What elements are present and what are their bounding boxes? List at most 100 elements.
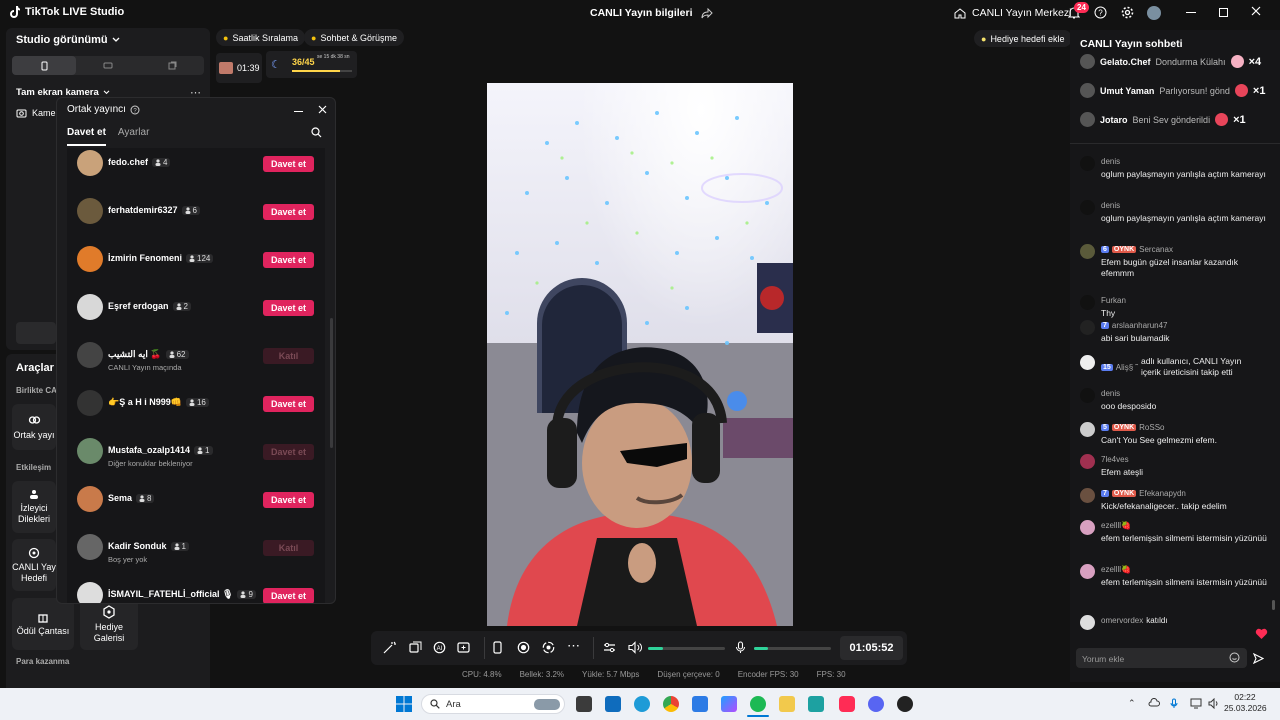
tools-title: Araçlar bbox=[16, 362, 54, 374]
close-icon[interactable] bbox=[1251, 6, 1261, 16]
gift-sender: Gelato.Chef bbox=[1100, 56, 1151, 67]
gear-icon[interactable] bbox=[1121, 6, 1134, 19]
chat-meet-button[interactable]: ● Sohbet & Görüşme bbox=[304, 29, 404, 46]
invite-button[interactable]: Davet et bbox=[263, 492, 314, 508]
co-host-list[interactable]: fedo.chef 4 Davet et ferhatdemir6327 6 Davet … bbox=[67, 148, 333, 603]
help-icon[interactable]: ? bbox=[1094, 6, 1107, 19]
mixer-icon[interactable] bbox=[603, 641, 616, 654]
landscape-option[interactable] bbox=[76, 56, 140, 75]
gift-text: Dondurma Külahı bbox=[1155, 56, 1226, 67]
rank-progress-widget[interactable]: ☾ 36/45 se 15 dk 38 sn bbox=[266, 51, 357, 78]
volume-slider[interactable] bbox=[648, 647, 725, 650]
comment-input[interactable]: Yorum ekle bbox=[1076, 648, 1247, 668]
effects-icon[interactable] bbox=[409, 641, 422, 654]
discord-icon[interactable] bbox=[868, 696, 884, 712]
person-icon bbox=[174, 542, 180, 550]
windows-start-icon[interactable] bbox=[396, 696, 412, 712]
avatar bbox=[1080, 564, 1095, 579]
mic-tray-icon[interactable] bbox=[1170, 698, 1178, 709]
gift-gallery-tool[interactable]: Hediye Galerisi bbox=[80, 598, 138, 650]
heart-icon[interactable] bbox=[1255, 628, 1268, 640]
invite-button[interactable]: Davet et bbox=[263, 444, 314, 460]
hourly-ranking-button[interactable]: ● Saatlik Sıralama bbox=[216, 29, 305, 46]
add-gift-goal-button[interactable]: ● Hediye hedefi ekle bbox=[974, 30, 1072, 47]
send-icon[interactable] bbox=[1253, 653, 1264, 664]
live-video-preview[interactable] bbox=[487, 83, 793, 626]
avatar[interactable] bbox=[1147, 6, 1161, 20]
join-button[interactable]: Katıl bbox=[263, 540, 314, 556]
invite-button[interactable]: Davet et bbox=[263, 156, 314, 172]
add-source-button[interactable] bbox=[16, 322, 56, 344]
invite-button[interactable]: Davet et bbox=[263, 300, 314, 316]
edge-icon[interactable] bbox=[634, 696, 650, 712]
microphone-icon[interactable] bbox=[735, 641, 746, 654]
search-icon[interactable] bbox=[311, 127, 322, 138]
record-icon[interactable] bbox=[517, 641, 530, 654]
follower-count: 4 bbox=[163, 157, 168, 167]
reward-bag-tool[interactable]: Ödül Çantası bbox=[12, 598, 74, 650]
live-center-link[interactable]: CANLI Yayın Merkezi bbox=[954, 7, 1071, 19]
task-view-icon[interactable] bbox=[576, 696, 592, 712]
chat-scrollbar[interactable] bbox=[1272, 600, 1275, 610]
outlook-icon[interactable] bbox=[605, 696, 621, 712]
chrome-icon[interactable] bbox=[663, 696, 679, 712]
live-goal-tool[interactable]: CANLI Yay Hedefi bbox=[12, 539, 56, 591]
cloud-off-icon[interactable] bbox=[1148, 698, 1160, 708]
invite-button[interactable]: Davet et bbox=[263, 252, 314, 268]
tab-settings[interactable]: Ayarlar bbox=[118, 127, 150, 146]
clock[interactable]: 02:22 25.03.2026 bbox=[1224, 692, 1267, 714]
invite-button[interactable]: Davet et bbox=[263, 396, 314, 412]
chevron-up-icon[interactable]: ⌃ bbox=[1128, 698, 1136, 709]
chat-username: Aliş§ ˜ bbox=[1115, 362, 1139, 372]
store-icon[interactable] bbox=[808, 696, 824, 712]
app-name: TikTok LIVE Studio bbox=[25, 6, 125, 18]
invite-button[interactable]: Davet et bbox=[263, 204, 314, 220]
network-tray-icon[interactable] bbox=[1190, 698, 1202, 709]
together-live-label: Birlikte CA bbox=[16, 386, 57, 395]
minimize-icon[interactable] bbox=[1186, 12, 1196, 13]
gift-sender: Jotaro bbox=[1100, 114, 1128, 125]
minimize-dialog-icon[interactable] bbox=[294, 111, 303, 112]
speaker-icon[interactable] bbox=[628, 641, 642, 654]
live-info-title[interactable]: CANLI Yayın bilgileri bbox=[590, 7, 713, 19]
spotify-icon[interactable] bbox=[750, 696, 766, 712]
ai-icon[interactable]: AI bbox=[433, 641, 446, 654]
obs-icon[interactable] bbox=[897, 696, 913, 712]
taskbar-search[interactable]: Ara bbox=[421, 694, 565, 714]
viewer-wishes-tool[interactable]: İzleyici Dilekleri bbox=[12, 481, 56, 533]
multi-layout-option[interactable] bbox=[140, 56, 204, 75]
co-host-name: fedo.chef bbox=[108, 157, 149, 167]
timer-widget[interactable]: 01:39 bbox=[216, 53, 262, 83]
comment-placeholder: Yorum ekle bbox=[1082, 654, 1125, 664]
maximize-icon[interactable] bbox=[1219, 8, 1228, 17]
follower-count: 2 bbox=[183, 301, 188, 311]
studio-view-dropdown[interactable]: Studio görünümü bbox=[16, 34, 120, 46]
network-app-icon[interactable] bbox=[692, 696, 708, 712]
close-dialog-icon[interactable] bbox=[318, 105, 327, 114]
add-source-icon[interactable] bbox=[457, 641, 470, 654]
portrait-option[interactable] bbox=[12, 56, 76, 75]
replay-icon[interactable] bbox=[542, 641, 555, 654]
info-icon[interactable]: ? bbox=[130, 105, 140, 115]
file-explorer-icon[interactable] bbox=[779, 696, 795, 712]
camera-source[interactable]: Kame bbox=[16, 108, 56, 118]
follower-count: 62 bbox=[176, 350, 186, 359]
more-icon[interactable]: ⋯ bbox=[567, 638, 580, 654]
tiktok-live-studio-icon[interactable] bbox=[839, 696, 855, 712]
phone-icon[interactable] bbox=[493, 641, 502, 654]
join-button[interactable]: Katıl bbox=[263, 348, 314, 364]
co-host-tool[interactable]: Ortak yayı bbox=[12, 404, 56, 450]
list-scrollbar[interactable] bbox=[330, 318, 333, 448]
copilot-icon[interactable] bbox=[721, 696, 737, 712]
chat-user-line: omervordex katıldı bbox=[1101, 616, 1168, 625]
magic-wand-icon[interactable] bbox=[383, 641, 396, 654]
invite-button[interactable]: Davet et bbox=[263, 588, 314, 603]
orientation-toggle[interactable] bbox=[12, 56, 204, 75]
mic-slider[interactable] bbox=[754, 647, 831, 650]
co-host-row: İSMAYIL_FATEHLİ_official 🎙 9 Davet et bbox=[67, 580, 325, 603]
share-icon[interactable] bbox=[701, 7, 713, 19]
emoji-icon[interactable] bbox=[1229, 652, 1240, 663]
interaction-label: Etkileşim bbox=[16, 463, 52, 472]
tab-invite[interactable]: Davet et bbox=[67, 127, 106, 146]
volume-tray-icon[interactable] bbox=[1208, 698, 1220, 709]
